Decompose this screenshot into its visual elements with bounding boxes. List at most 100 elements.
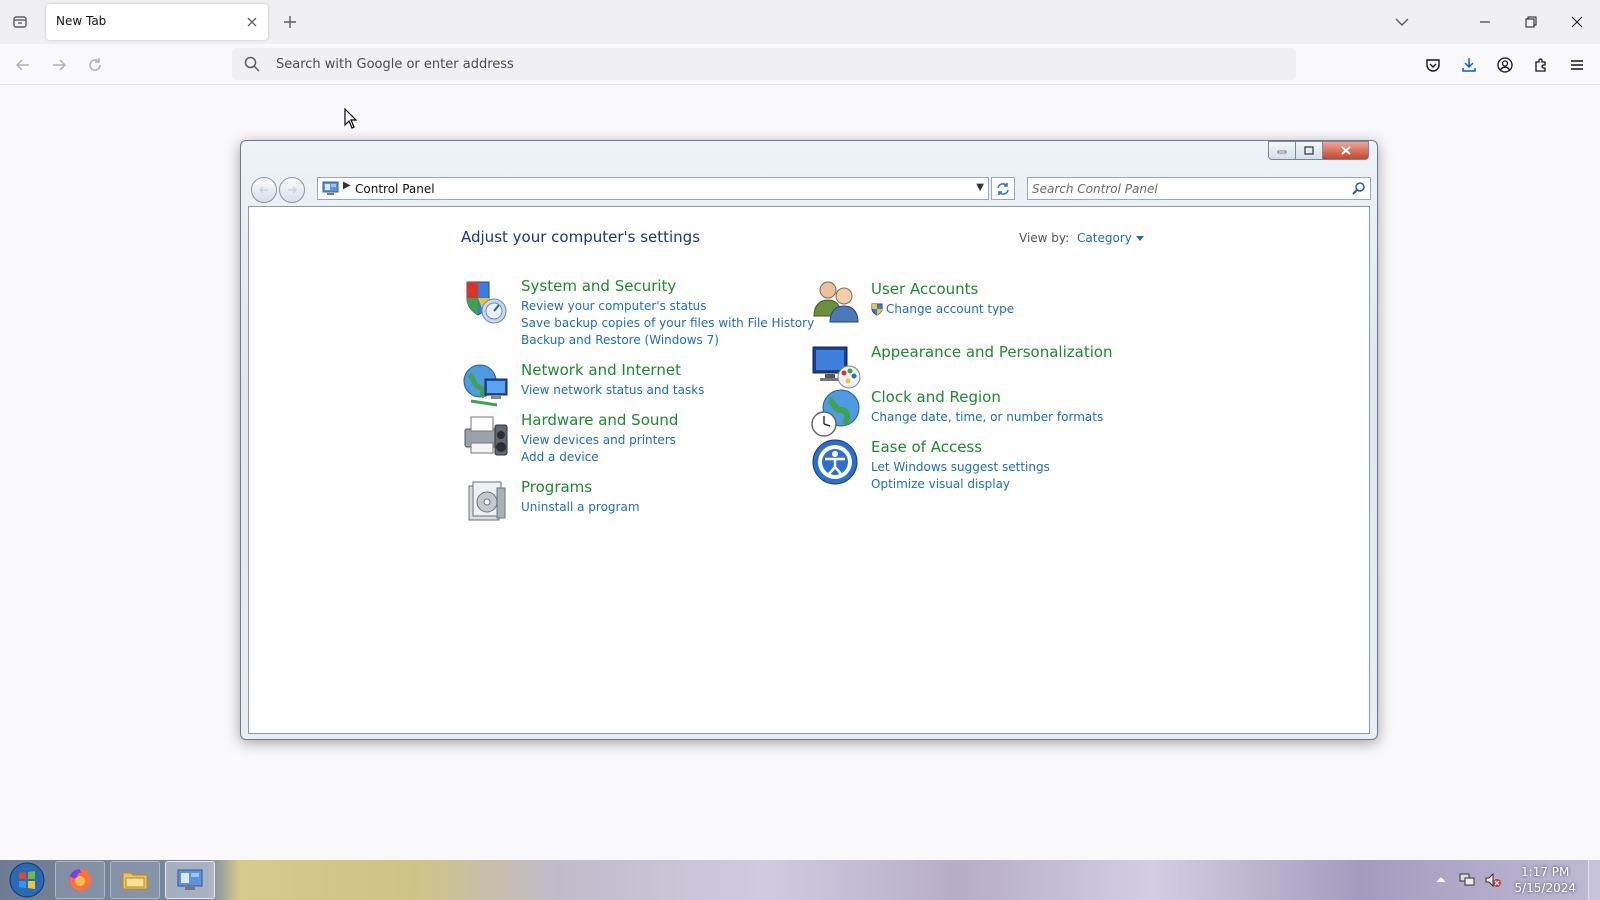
network-tray-button[interactable]: [1456, 869, 1478, 891]
show-hidden-icons-button[interactable]: [1430, 869, 1452, 891]
list-all-tabs-button[interactable]: [1390, 10, 1414, 34]
programs-icon[interactable]: [461, 478, 511, 528]
link-file-history[interactable]: Save backup copies of your files with Fi…: [521, 315, 814, 332]
cp-close-button[interactable]: [1323, 141, 1369, 160]
view-by-label: View by:: [1019, 231, 1070, 245]
back-button[interactable]: [10, 52, 36, 78]
cp-back-button[interactable]: [251, 177, 277, 203]
breadcrumb-control-panel[interactable]: Control Panel: [355, 182, 435, 196]
url-bar[interactable]: [232, 48, 1296, 80]
shield-icon[interactable]: [461, 277, 511, 327]
link-review-status[interactable]: Review your computer's status: [521, 298, 814, 315]
address-dropdown-icon[interactable]: ▼: [976, 182, 984, 193]
minimize-icon: [1277, 150, 1287, 153]
clock-globe-icon[interactable]: [811, 388, 861, 438]
menu-button[interactable]: [1564, 52, 1590, 78]
link-change-account-type[interactable]: Change account type: [871, 301, 1014, 318]
chevron-down-icon: [1395, 18, 1409, 26]
link-windows-suggest[interactable]: Let Windows suggest settings: [871, 459, 1050, 476]
forward-arrow-icon: [288, 186, 298, 194]
taskbar-clock[interactable]: 1:17 PM 5/15/2024: [1514, 864, 1576, 896]
link-uninstall-program[interactable]: Uninstall a program: [521, 499, 640, 516]
cp-forward-button[interactable]: [279, 177, 305, 203]
url-input[interactable]: [276, 48, 1276, 80]
printer-icon[interactable]: [461, 411, 511, 461]
monitor-palette-icon[interactable]: [811, 343, 861, 393]
mouse-cursor-icon: [344, 108, 358, 129]
link-optimize-visual[interactable]: Optimize visual display: [871, 476, 1050, 493]
taskbar-file-explorer[interactable]: [110, 861, 160, 899]
windows-orb-icon: [9, 862, 45, 898]
taskbar-control-panel[interactable]: [165, 861, 215, 899]
page-title: Adjust your computer's settings: [461, 228, 701, 246]
volume-tray-button[interactable]: [1482, 869, 1504, 891]
clock-time: 1:17 PM: [1521, 865, 1570, 879]
breadcrumb-chevron-icon[interactable]: ▶: [343, 180, 351, 191]
account-icon: [1497, 57, 1513, 73]
browser-minimize-button[interactable]: [1462, 0, 1508, 44]
dropdown-arrow-icon: [1135, 235, 1144, 241]
close-icon: [1340, 146, 1351, 155]
cp-maximize-button[interactable]: [1296, 141, 1323, 160]
ease-of-access-icon[interactable]: [811, 438, 861, 488]
taskbar-firefox[interactable]: [55, 861, 105, 899]
link-date-time-formats[interactable]: Change date, time, or number formats: [871, 409, 1103, 426]
control-panel-icon: [322, 181, 339, 195]
extensions-button[interactable]: [1528, 52, 1554, 78]
category-title[interactable]: Clock and Region: [871, 388, 1001, 406]
browser-close-button[interactable]: [1554, 0, 1600, 44]
cp-search-input[interactable]: [1032, 178, 1342, 199]
browser-tab-bar: New Tab: [0, 0, 1600, 44]
tab-close-button[interactable]: [242, 12, 262, 32]
category-title[interactable]: Hardware and Sound: [521, 411, 678, 429]
network-globe-icon[interactable]: [461, 361, 511, 411]
category-title[interactable]: System and Security: [521, 277, 676, 295]
search-icon: [244, 56, 260, 72]
puzzle-icon: [1535, 58, 1546, 72]
start-button[interactable]: [4, 862, 50, 898]
reload-icon: [89, 58, 101, 71]
users-icon[interactable]: [811, 276, 861, 326]
control-panel-window: ▶ Control Panel ▼ Adjust your computer's…: [240, 140, 1378, 740]
link-backup-restore[interactable]: Backup and Restore (Windows 7): [521, 332, 814, 349]
uac-shield-icon: [871, 303, 883, 316]
show-desktop-button[interactable]: [1588, 860, 1600, 900]
close-icon: [247, 17, 257, 27]
forward-button[interactable]: [46, 52, 72, 78]
hamburger-icon: [1571, 60, 1583, 70]
cp-refresh-button[interactable]: [991, 177, 1015, 200]
taskbar-wallpaper-overlay: [0, 860, 1600, 900]
search-icon[interactable]: [1352, 181, 1366, 195]
category-title[interactable]: Ease of Access: [871, 438, 982, 456]
cp-minimize-button[interactable]: [1268, 141, 1296, 160]
speaker-muted-icon: [1485, 872, 1502, 888]
category-title[interactable]: Network and Internet: [521, 361, 681, 379]
reload-button[interactable]: [82, 52, 108, 78]
cp-address-bar[interactable]: ▶ Control Panel ▼: [317, 177, 989, 200]
firefox-view-icon: [13, 16, 27, 28]
downloads-button[interactable]: [1456, 52, 1482, 78]
firefox-view-button[interactable]: [8, 10, 32, 34]
tab-new-tab[interactable]: New Tab: [46, 4, 268, 40]
clock-date: 5/15/2024: [1514, 881, 1576, 895]
pocket-button[interactable]: [1420, 52, 1446, 78]
link-add-device[interactable]: Add a device: [521, 449, 676, 466]
forward-arrow-icon: [53, 59, 67, 71]
view-by-dropdown[interactable]: Category: [1077, 231, 1144, 245]
link-network-status[interactable]: View network status and tasks: [521, 382, 704, 399]
category-title[interactable]: Appearance and Personalization: [871, 343, 1113, 361]
category-title[interactable]: Programs: [521, 478, 592, 496]
download-icon: [1462, 58, 1476, 72]
taskbar: 1:17 PM 5/15/2024: [0, 860, 1600, 900]
new-tab-button[interactable]: [278, 10, 302, 34]
firefox-icon: [69, 868, 92, 891]
browser-restore-button[interactable]: [1508, 0, 1554, 44]
minimize-icon: [1480, 21, 1490, 23]
account-button[interactable]: [1492, 52, 1518, 78]
maximize-icon: [1304, 146, 1314, 155]
category-title[interactable]: User Accounts: [871, 280, 978, 298]
cp-search-box[interactable]: [1027, 177, 1371, 200]
link-devices-printers[interactable]: View devices and printers: [521, 432, 676, 449]
cp-content-area: Adjust your computer's settings View by:…: [248, 206, 1370, 734]
pocket-icon: [1426, 59, 1440, 72]
